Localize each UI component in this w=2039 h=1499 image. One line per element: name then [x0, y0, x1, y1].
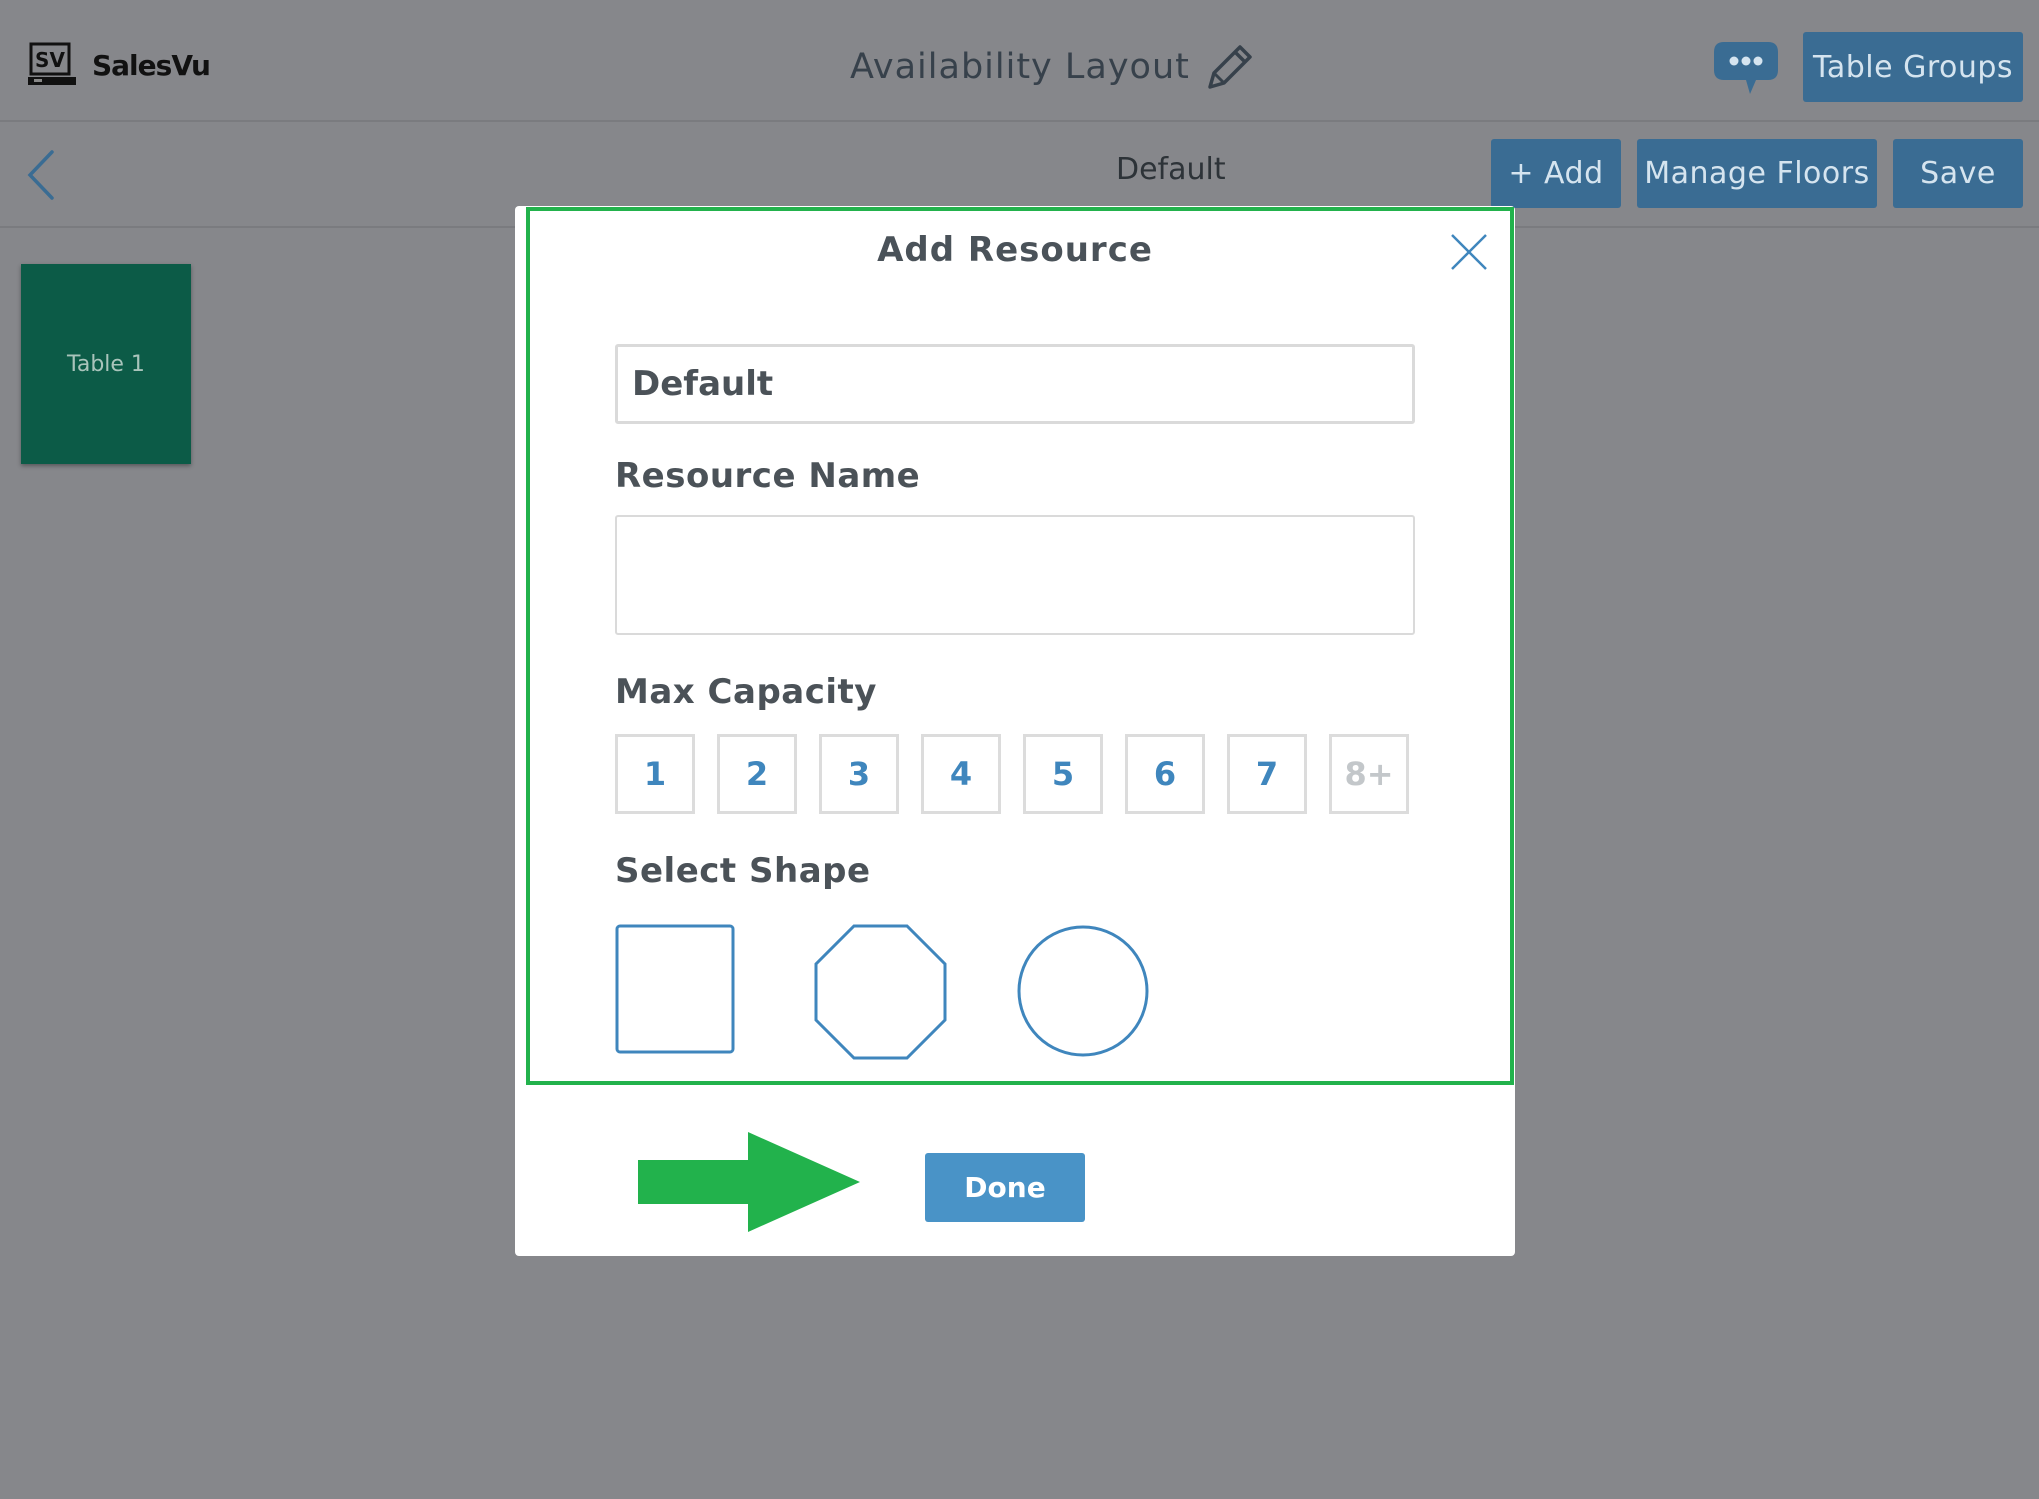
resource-name-field[interactable] — [615, 515, 1415, 635]
capacity-option-5[interactable]: 5 — [1023, 734, 1103, 814]
salesvu-logo: SV SalesVu — [28, 42, 211, 88]
save-button[interactable]: Save — [1893, 139, 2023, 208]
manage-floors-button[interactable]: Manage Floors — [1637, 139, 1877, 208]
table-groups-button[interactable]: Table Groups — [1803, 32, 2023, 102]
close-icon[interactable] — [1449, 232, 1489, 272]
square-icon[interactable] — [615, 924, 735, 1054]
capacity-option-3[interactable]: 3 — [819, 734, 899, 814]
circle-icon[interactable] — [1016, 924, 1150, 1058]
add-resource-dialog: Add Resource Resource Name Max Capacity … — [515, 206, 1515, 1256]
salesvu-logo-icon: SV — [28, 42, 76, 85]
back-chevron-icon[interactable] — [24, 148, 58, 202]
page-title: Availability Layout — [850, 42, 1258, 92]
capacity-option-4[interactable]: 4 — [921, 734, 1001, 814]
dialog-title: Add Resource — [877, 230, 1153, 270]
current-floor-name: Default — [1116, 152, 1226, 187]
capacity-options: 1 2 3 4 5 6 7 8+ — [615, 734, 1435, 816]
resource-name-label: Resource Name — [615, 456, 921, 496]
capacity-option-7[interactable]: 7 — [1227, 734, 1307, 814]
table-tile[interactable]: Table 1 — [21, 264, 191, 464]
pencil-icon[interactable] — [1202, 39, 1258, 95]
add-button[interactable]: + Add — [1491, 139, 1621, 208]
table-tile-label: Table 1 — [67, 351, 145, 377]
capacity-option-1[interactable]: 1 — [615, 734, 695, 814]
top-bar: SV SalesVu Availability Layout Table Gro… — [0, 0, 2039, 122]
arrow-right-icon — [638, 1132, 860, 1232]
capacity-option-8-plus[interactable]: 8+ — [1329, 734, 1409, 814]
brand-name: SalesVu — [92, 48, 211, 82]
max-capacity-label: Max Capacity — [615, 672, 877, 712]
octagon-icon[interactable] — [814, 924, 947, 1060]
capacity-option-2[interactable]: 2 — [717, 734, 797, 814]
done-button[interactable]: Done — [925, 1153, 1085, 1222]
page-title-text: Availability Layout — [850, 47, 1190, 87]
select-shape-label: Select Shape — [615, 851, 871, 891]
chat-icon[interactable] — [1710, 38, 1782, 98]
floor-select-field[interactable] — [615, 344, 1415, 424]
capacity-option-6[interactable]: 6 — [1125, 734, 1205, 814]
logo-mark-text: SV — [35, 48, 65, 72]
